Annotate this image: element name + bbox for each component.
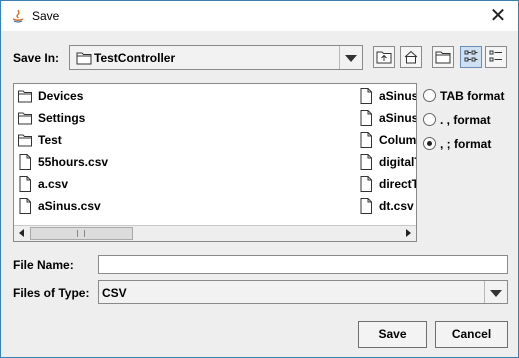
files-of-type-value: CSV	[102, 286, 127, 300]
file-name: Test	[38, 133, 62, 147]
files-of-type-label: Files of Type:	[13, 286, 90, 300]
save-in-value: TestController	[94, 51, 176, 65]
save-in-combo[interactable]: TestController	[69, 45, 363, 70]
comma-semicolon-format-radio[interactable]: , ; format	[423, 135, 515, 153]
files-of-type-combo[interactable]: CSV	[98, 280, 508, 304]
list-item[interactable]: dt.csv	[359, 197, 416, 215]
file-icon	[19, 154, 31, 170]
list-view-icon	[464, 50, 478, 62]
list-view-button[interactable]	[460, 46, 482, 68]
list-item[interactable]: Settings	[18, 109, 318, 127]
file-list[interactable]: Devices Settings Test 55hours.csv a.csv …	[13, 83, 417, 242]
file-name-label: File Name:	[13, 258, 74, 272]
radio-label: , ; format	[440, 137, 492, 151]
file-icon	[360, 154, 372, 170]
folder-icon	[18, 134, 32, 147]
list-item[interactable]: aSinus	[359, 87, 416, 105]
file-name: aSinus	[379, 89, 416, 103]
file-icon	[19, 198, 31, 214]
file-icon	[360, 176, 372, 192]
file-icon	[360, 88, 372, 104]
horizontal-scrollbar[interactable]	[14, 225, 416, 241]
dot-comma-format-radio[interactable]: . , format	[423, 111, 515, 129]
file-name: aSinus.csv	[38, 199, 101, 213]
window-title: Save	[32, 9, 60, 23]
file-name: a.csv	[38, 177, 69, 191]
new-folder-icon	[435, 51, 451, 64]
list-item[interactable]: aSinus	[359, 109, 416, 127]
cancel-button[interactable]: Cancel	[435, 321, 508, 348]
list-item[interactable]: directT	[359, 175, 416, 193]
close-icon[interactable]: ✕	[488, 5, 508, 25]
file-name: 55hours.csv	[38, 155, 109, 169]
list-item[interactable]: Column	[359, 131, 416, 149]
radio-label: . , format	[440, 113, 491, 127]
radio-button[interactable]	[423, 137, 436, 150]
new-folder-button[interactable]	[432, 46, 454, 68]
java-icon	[12, 9, 24, 23]
list-item[interactable]: Devices	[18, 87, 318, 105]
list-item[interactable]: 55hours.csv	[18, 153, 318, 171]
radio-label: TAB format	[440, 89, 505, 103]
save-in-label: Save In:	[13, 51, 60, 65]
folder-icon	[18, 112, 32, 125]
file-name: dt.csv	[379, 199, 414, 213]
list-item[interactable]: aSinus.csv	[18, 197, 318, 215]
home-icon	[404, 50, 418, 64]
file-name: digitalT	[379, 155, 416, 169]
chevron-down-icon[interactable]	[339, 46, 362, 69]
file-name: directT	[379, 177, 416, 191]
scrollbar-thumb[interactable]	[30, 227, 133, 240]
file-name-field[interactable]	[98, 255, 508, 274]
tab-format-radio[interactable]: TAB format	[423, 87, 515, 105]
title-bar: Save ✕	[1, 1, 518, 31]
file-icon	[360, 198, 372, 214]
save-dialog: Save ✕ Save In: TestController Devices S…	[0, 0, 519, 358]
list-item[interactable]: Test	[18, 131, 318, 149]
file-name: aSinus	[379, 111, 416, 125]
file-icon	[360, 110, 372, 126]
file-icon	[19, 176, 31, 192]
file-icon	[360, 132, 372, 148]
details-view-icon	[489, 50, 502, 62]
file-name: Column	[379, 133, 416, 147]
scroll-left-icon[interactable]	[15, 227, 29, 240]
chevron-down-icon[interactable]	[484, 281, 507, 303]
list-item[interactable]: digitalT	[359, 153, 416, 171]
file-name: Settings	[38, 111, 86, 125]
folder-icon	[18, 90, 32, 103]
scroll-right-icon[interactable]	[401, 227, 415, 240]
radio-button[interactable]	[423, 89, 436, 102]
up-one-level-icon	[376, 51, 392, 64]
up-one-level-button[interactable]	[373, 46, 395, 68]
folder-icon	[76, 52, 92, 65]
save-button[interactable]: Save	[358, 321, 427, 348]
home-button[interactable]	[400, 46, 422, 68]
list-item[interactable]: a.csv	[18, 175, 318, 193]
details-view-button[interactable]	[485, 46, 507, 68]
radio-button[interactable]	[423, 113, 436, 126]
file-name: Devices	[38, 89, 84, 103]
